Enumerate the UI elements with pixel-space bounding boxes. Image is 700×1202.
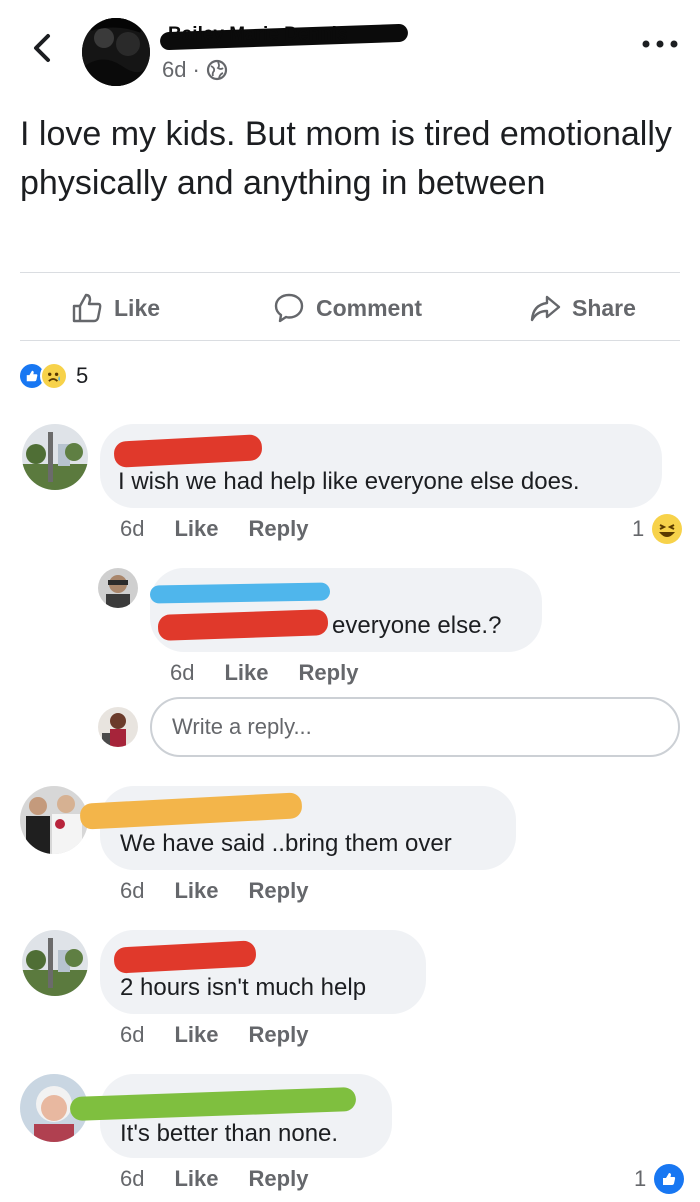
poster-avatar[interactable]: [82, 18, 150, 86]
sad-reaction-icon: [40, 362, 68, 390]
comment-text: 2 hours isn't much help: [120, 974, 367, 1001]
comment-time: 6d: [120, 1166, 145, 1191]
comment-reaction-count: 1: [634, 1166, 647, 1191]
comment-button[interactable]: Comment: [272, 288, 422, 328]
comment-time: 6d: [120, 1022, 145, 1047]
comment-meta: 6d Like Reply: [120, 1022, 338, 1048]
comment-reply-button[interactable]: Reply: [249, 516, 309, 542]
commenter-avatar[interactable]: [98, 568, 138, 608]
thumbs-up-icon: [72, 293, 102, 323]
comment-like-button[interactable]: Like: [174, 1166, 218, 1192]
back-button[interactable]: [26, 30, 58, 66]
reaction-count: 5: [76, 363, 89, 388]
comment-time: 6d: [120, 516, 145, 541]
post-meta: 6d ·: [162, 57, 228, 83]
share-arrow-icon: [530, 295, 561, 322]
post-text: I love my kids. But mom is tired emotion…: [20, 115, 672, 202]
comment-bubble[interactable]: 2 hours isn't much help: [100, 930, 426, 1014]
comment-bubble[interactable]: I wish we had help like everyone else do…: [100, 424, 662, 508]
comment-text: We have said ..bring them over: [120, 830, 452, 857]
comment-time: 6d: [120, 878, 145, 903]
like-button[interactable]: Like: [70, 288, 160, 328]
haha-reaction-icon: [652, 514, 683, 544]
comment-text: It's better than none.: [120, 1120, 339, 1147]
comment-time: 6d: [170, 660, 195, 685]
reactions-summary[interactable]: 5: [18, 362, 88, 390]
redaction-mark: [113, 434, 263, 468]
comment-like-button[interactable]: Like: [174, 516, 218, 542]
comment-reaction-badge[interactable]: 1: [634, 1164, 685, 1194]
comment-reply-button[interactable]: Reply: [249, 1166, 309, 1192]
comment-reaction-badge[interactable]: 1: [632, 514, 683, 544]
more-dots-icon: [642, 40, 678, 48]
comment-like-button[interactable]: Like: [224, 660, 268, 686]
comment-meta: 6d Like Reply: [170, 660, 388, 686]
comment-bubble[interactable]: It's better than none.: [69, 1074, 392, 1158]
divider: [20, 340, 680, 341]
chevron-left-icon: [34, 34, 50, 62]
comment-like-button[interactable]: Like: [174, 1022, 218, 1048]
comment-text: I wish we had help like everyone else do…: [118, 468, 580, 495]
comment-reply-button[interactable]: Reply: [299, 660, 359, 686]
redaction-mark: [69, 1087, 357, 1121]
redaction-mark: [149, 582, 331, 604]
divider: [20, 272, 680, 273]
commenter-avatar[interactable]: [22, 930, 88, 996]
comment-meta: 6d Like Reply: [120, 516, 338, 542]
write-reply-input[interactable]: Write a reply...: [150, 697, 680, 757]
comment-reply-button[interactable]: Reply: [249, 1022, 309, 1048]
commenter-avatar[interactable]: [22, 424, 88, 490]
globe-icon: [206, 59, 228, 81]
share-label: Share: [572, 294, 636, 321]
like-label: Like: [114, 294, 161, 321]
redaction-mark: [113, 940, 257, 974]
post-time: 6d: [162, 57, 187, 82]
like-reaction-icon: [654, 1164, 685, 1194]
share-button[interactable]: Share: [528, 288, 636, 328]
comment-bubble[interactable]: We have said ..bring them over: [79, 786, 516, 870]
comment-reaction-count: 1: [632, 516, 645, 541]
poster-name[interactable]: Bailey Marie Dennis: [159, 23, 410, 51]
comment-meta: 6d Like Reply: [120, 878, 338, 904]
comment-label: Comment: [316, 294, 423, 321]
comment-icon: [274, 293, 304, 323]
reply-bubble[interactable]: everyone else.?: [149, 568, 542, 652]
current-user-avatar: [98, 707, 138, 747]
more-options-button[interactable]: [640, 34, 680, 54]
commenter-avatar[interactable]: [20, 786, 88, 854]
comment-text: everyone else.?: [332, 612, 502, 639]
comment-like-button[interactable]: Like: [174, 878, 218, 904]
comment-meta: 6d Like Reply: [120, 1166, 338, 1192]
meta-separator: ·: [192, 57, 200, 82]
redaction-mark: [79, 792, 303, 830]
redaction-mark: [157, 609, 329, 641]
comment-reply-button[interactable]: Reply: [249, 878, 309, 904]
reply-placeholder: Write a reply...: [172, 714, 312, 739]
